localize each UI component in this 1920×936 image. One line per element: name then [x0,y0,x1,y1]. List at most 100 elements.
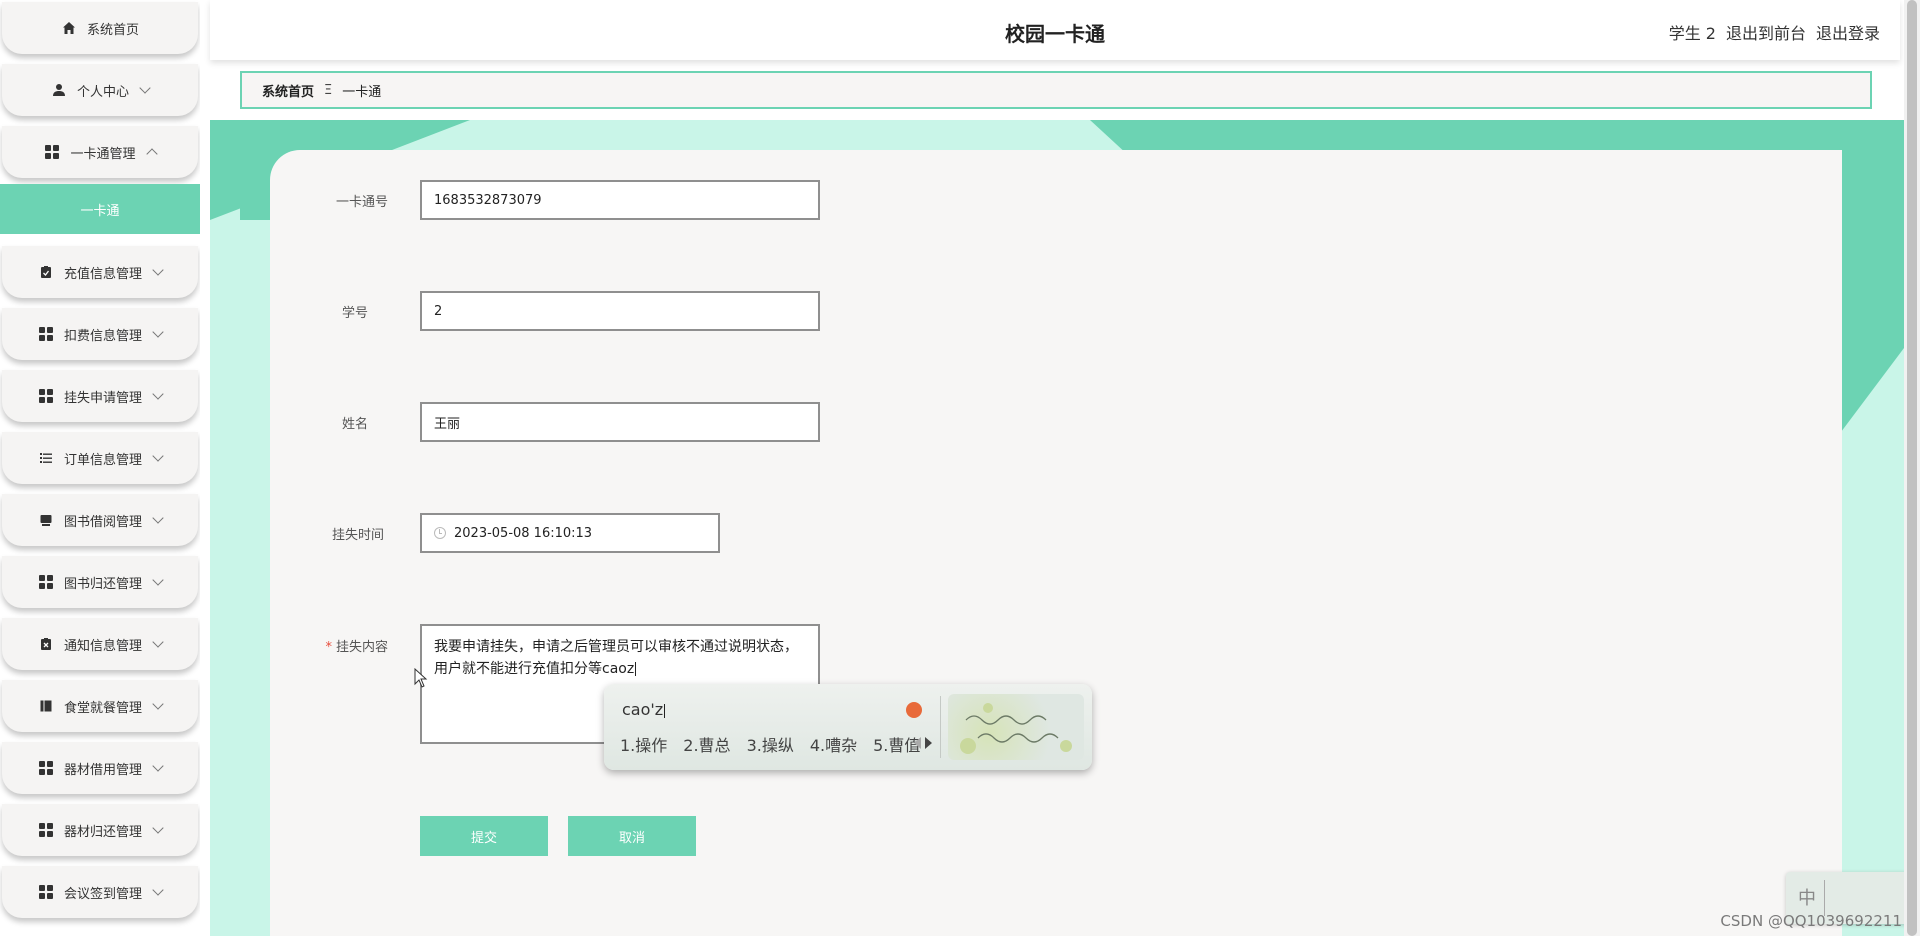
ime-caret [664,703,666,718]
chevron-down-icon [152,636,164,648]
grid-icon [38,574,54,590]
sidebar-item-meeting-signin[interactable]: 会议签到管理 [2,866,198,918]
current-user: 学生 2 [1668,24,1716,43]
ime-status-divider [1824,880,1825,916]
decor-shape-left-block [240,150,270,220]
chevron-down-icon [152,760,164,772]
chevron-down-icon [152,326,164,338]
watermark: CSDN @QQ1039692211 [1720,912,1902,930]
sidebar-item-label: 食堂就餐管理 [63,700,142,716]
ime-candidate-list: 1.操作 2.曹总 3.操纵 4.嘈杂 5.曹值 [620,732,920,756]
chevron-down-icon [152,884,164,896]
text-caret [635,662,637,676]
ime-mode-indicator[interactable]: 中 [1798,884,1816,910]
loss-content-label: * 挂失内容 [268,636,388,655]
ime-candidate[interactable]: 1.操作 [620,732,667,756]
logout-link[interactable]: 退出登录 [1816,20,1880,44]
cancel-button[interactable]: 取消 [568,816,696,856]
ime-pinyin-input: cao'z [622,700,666,719]
chevron-down-icon [152,512,164,524]
grid-icon [38,760,54,776]
exit-to-front-link[interactable]: 退出到前台 [1726,20,1806,44]
breadcrumb-current: 一卡通 [342,84,382,100]
ime-skin-artwork [948,694,1084,760]
chevron-down-icon [152,822,164,834]
loss-time-label: 挂失时间 [331,528,384,543]
mouse-cursor-icon [414,668,428,688]
user-menu: 学生 2 退出到前台 退出登录 [1669,20,1880,44]
sidebar-item-label: 系统首页 [86,22,139,38]
card-no-field[interactable]: 1683532873079 [420,180,820,220]
ime-page-arrows [914,737,932,749]
loss-content-line: 我要申请挂失，申请之后管理员可以审核不通过说明状态， [434,639,798,655]
ime-next-page-icon[interactable] [925,737,932,749]
book-icon [38,512,54,528]
ime-candidate[interactable]: 2.曹总 [683,732,730,756]
sidebar-item-equipment-borrow[interactable]: 器材借用管理 [2,742,198,794]
top-header: 校园一卡通 学生 2 退出到前台 退出登录 [210,0,1900,60]
chevron-down-icon [139,82,151,94]
sidebar-item-label: 图书借阅管理 [63,514,142,530]
sidebar-item-personal-center[interactable]: 个人中心 [2,64,198,116]
sidebar-item-notices[interactable]: 通知信息管理 [2,618,198,670]
sidebar-item-recharge[interactable]: 充值信息管理 [2,246,198,298]
sidebar-item-label: 个人中心 [76,84,129,100]
sidebar-item-label: 扣费信息管理 [63,328,142,344]
sidebar-item-equipment-return[interactable]: 器材归还管理 [2,804,198,856]
loss-content-line: 用户就不能进行充值扣分等caoz [434,658,806,680]
card-no-value: 1683532873079 [434,192,542,208]
loss-time-value: 2023-05-08 16:10:13 [454,525,593,541]
grid-icon [44,144,60,160]
sidebar-item-label: 图书归还管理 [63,576,142,592]
ime-candidate[interactable]: 3.操纵 [747,732,794,756]
scrollbar-thumb[interactable] [1907,0,1917,936]
student-id-label: 学号 [341,306,368,321]
grid-icon [38,884,54,900]
student-id-field[interactable]: 2 [420,291,820,331]
ime-divider [940,696,941,758]
chevron-down-icon [152,698,164,710]
sidebar-item-label: 会议签到管理 [63,886,142,902]
app-title: 校园一卡通 [1005,22,1105,46]
ime-candidate[interactable]: 4.嘈杂 [810,732,857,756]
chevron-down-icon [152,574,164,586]
submit-button[interactable]: 提交 [420,816,548,856]
clipboard-icon [38,264,54,280]
sidebar-item-canteen[interactable]: 食堂就餐管理 [2,680,198,732]
name-field[interactable]: 王丽 [420,402,820,442]
loss-content-line-text: 用户就不能进行充值扣分等caoz [434,661,635,677]
sidebar-item-label: 通知信息管理 [63,638,142,654]
student-id-value: 2 [434,303,443,319]
scrollbar[interactable] [1904,0,1920,936]
sidebar-item-label: 一卡通管理 [70,146,136,162]
sidebar-item-home[interactable]: 系统首页 [2,2,198,54]
breadcrumb-separator: Ξ [324,82,333,98]
sidebar-item-card-management[interactable]: 一卡通管理 [2,126,198,178]
loss-time-picker[interactable]: 2023-05-08 16:10:13 [420,513,720,553]
chevron-down-icon [152,450,164,462]
sidebar-item-book-borrow[interactable]: 图书借阅管理 [2,494,198,546]
grid-icon [38,388,54,404]
clock-icon [434,527,446,539]
sidebar-subitem-card[interactable]: 一卡通 [0,184,200,234]
card-no-label: 一卡通号 [335,195,388,210]
chevron-up-icon [145,148,158,160]
home-icon [61,20,77,36]
ime-prev-page-icon[interactable] [914,737,921,749]
ime-skin-icon[interactable] [906,702,922,718]
sidebar-item-orders[interactable]: 订单信息管理 [2,432,198,484]
notebook-icon [38,698,54,714]
breadcrumb: 系统首页 Ξ 一卡通 [240,71,1872,109]
name-label: 姓名 [341,417,368,432]
grid-icon [38,822,54,838]
decor-shape-top [1090,120,1904,150]
ime-candidate-window: cao'z 1.操作 2.曹总 3.操纵 4.嘈杂 5.曹值 [604,684,1092,770]
sidebar-item-deduction[interactable]: 扣费信息管理 [2,308,198,360]
sidebar-item-label: 订单信息管理 [63,452,142,468]
sidebar: 系统首页 个人中心 一卡通管理 一卡通 充值信息管理 扣费信息管理 挂失申请管理 [0,0,200,936]
breadcrumb-home[interactable]: 系统首页 [262,81,314,100]
sidebar-item-loss-report[interactable]: 挂失申请管理 [2,370,198,422]
sidebar-item-label: 器材借用管理 [63,762,142,778]
sidebar-item-book-return[interactable]: 图书归还管理 [2,556,198,608]
chevron-down-icon [152,264,164,276]
